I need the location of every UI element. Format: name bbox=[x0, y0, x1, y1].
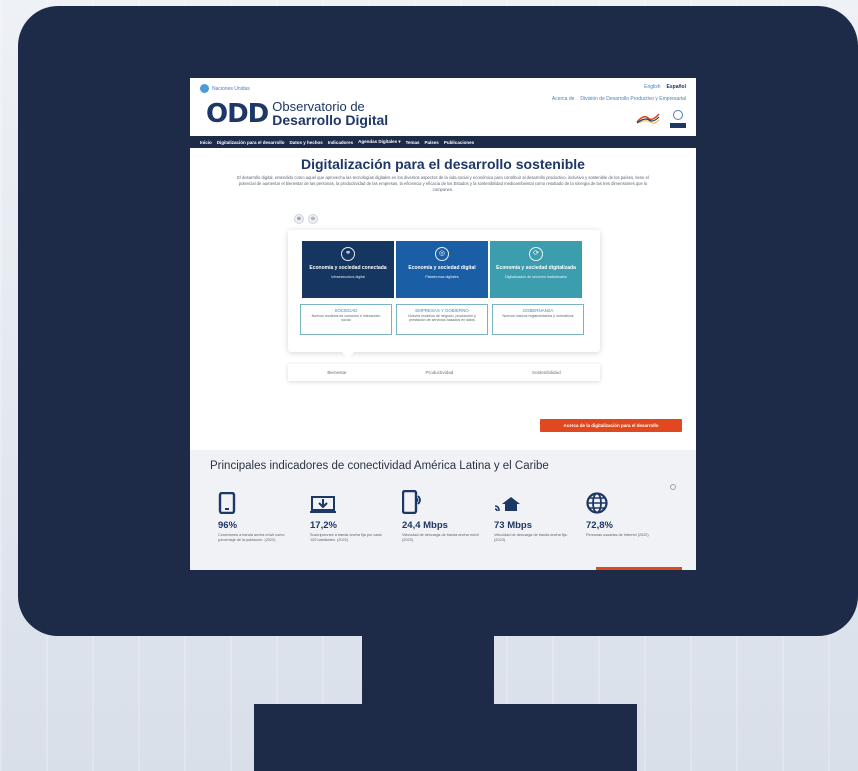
about-digitalization-button[interactable]: Acerca de la digitalización para el desa… bbox=[540, 419, 682, 432]
outcome-sustainability[interactable]: Sostenibilidad bbox=[532, 370, 561, 375]
pillar-subtitle: Plataformas digitales bbox=[425, 275, 459, 279]
indicator-label: Suscripciones a banda ancha fija por cad… bbox=[310, 533, 382, 542]
un-name: Naciones Unidas bbox=[212, 85, 250, 92]
nav-item-paises[interactable]: Países bbox=[425, 140, 439, 145]
indicator-label: Personas usuarias de Internet (2022) bbox=[586, 533, 649, 537]
pillar-title: Economía y sociedad digital bbox=[408, 265, 476, 271]
site-header: Naciones Unidas ODD Observatorio de Desa… bbox=[190, 78, 696, 136]
zoom-in-icon[interactable]: ⊕ bbox=[294, 214, 304, 224]
mobile-signal-icon bbox=[402, 490, 421, 514]
indicators-title: Principales indicadores de conectividad … bbox=[210, 460, 549, 472]
odd-mark: ODD bbox=[206, 98, 269, 129]
indicator-value: 96% bbox=[218, 520, 238, 531]
next-button-partial[interactable] bbox=[596, 567, 682, 570]
un-small-logo-icon[interactable] bbox=[670, 110, 686, 130]
un-emblem-icon bbox=[200, 84, 209, 93]
indicator-internet-users[interactable]: 72,8% Personas usuarias de Internet (202… bbox=[586, 490, 678, 543]
home-wifi-icon bbox=[494, 497, 520, 512]
un-logo[interactable]: Naciones Unidas bbox=[200, 84, 250, 93]
indicator-value: 72,8% bbox=[586, 520, 613, 531]
indicator-value: 24,4 Mbps bbox=[402, 520, 448, 531]
indicator-mobile-broadband[interactable]: 96% Conexiones a banda ancha móvil como … bbox=[218, 490, 310, 543]
info-icon[interactable] bbox=[670, 484, 676, 490]
pillar-title: Economía y sociedad conectada bbox=[309, 265, 387, 271]
zoom-out-icon[interactable]: ⊖ bbox=[308, 214, 318, 224]
monitor-base bbox=[254, 704, 637, 771]
intro-text: El desarrollo digital, entendido como aq… bbox=[237, 175, 649, 192]
lang-english-link[interactable]: English bbox=[644, 84, 660, 90]
top-links: Acerca de División de Desarrollo Product… bbox=[552, 96, 686, 102]
cepal-logo-icon[interactable] bbox=[636, 112, 660, 124]
page-title: Digitalización para el desarrollo sosten… bbox=[301, 156, 585, 172]
zoom-controls: ⊕ ⊖ bbox=[294, 214, 318, 224]
website-screen: Naciones Unidas ODD Observatorio de Desa… bbox=[190, 78, 696, 570]
dimension-desc: Nuevos modelos de consumo e interacción … bbox=[311, 314, 381, 323]
outcome-productivity[interactable]: Productividad bbox=[425, 370, 453, 375]
division-link[interactable]: División de Desarrollo Productivo y Empr… bbox=[580, 96, 686, 102]
main-navigation: Inicio Digitalización para el desarrollo… bbox=[190, 136, 696, 148]
indicator-mobile-speed[interactable]: 24,4 Mbps Velocidad de descarga de banda… bbox=[402, 490, 494, 543]
odd-logo[interactable]: ODD Observatorio de Desarrollo Digital bbox=[206, 100, 388, 127]
dimension-business[interactable]: EMPRESAS Y GOBIERNO Nuevos modelos de ne… bbox=[396, 304, 488, 335]
dimension-governance[interactable]: GOBERNANZA Nuevos marcos reglamentarios … bbox=[492, 304, 584, 335]
nav-item-indicadores[interactable]: Indicadores bbox=[328, 140, 353, 145]
tablet-icon bbox=[218, 492, 236, 514]
nav-item-inicio[interactable]: Inicio bbox=[200, 140, 212, 145]
nav-item-temas[interactable]: Temas bbox=[406, 140, 420, 145]
digital-development-diagram: ⚭ Economía y sociedad conectada Infraest… bbox=[288, 230, 600, 352]
dimension-society[interactable]: SOCIEDAD Nuevos modelos de consumo e int… bbox=[300, 304, 392, 335]
about-link[interactable]: Acerca de bbox=[552, 96, 575, 102]
indicator-value: 17,2% bbox=[310, 520, 337, 531]
dimension-desc: Nuevos modelos de negocio, producción y … bbox=[408, 314, 476, 323]
indicator-value: 73 Mbps bbox=[494, 520, 533, 531]
transform-icon: ⟳ bbox=[529, 247, 543, 261]
network-icon: ⚭ bbox=[341, 247, 355, 261]
diagram-pointer bbox=[342, 352, 354, 358]
nav-item-digitalizacion[interactable]: Digitalización para el desarrollo bbox=[217, 140, 285, 145]
lang-spanish-link[interactable]: Español bbox=[667, 84, 686, 90]
pillar-subtitle: Infraestructura digital bbox=[331, 275, 365, 279]
pillar-title: Economía y sociedad digitalizada bbox=[496, 265, 576, 271]
indicator-fixed-broadband[interactable]: 17,2% Suscripciones a banda ancha fija p… bbox=[310, 490, 402, 543]
monitor-neck bbox=[362, 636, 494, 704]
globe-icon bbox=[586, 492, 608, 514]
indicator-fixed-speed[interactable]: 73 Mbps Velocidad de descarga de banda a… bbox=[494, 490, 586, 543]
pillar-subtitle: Digitalización de sectores tradicionales bbox=[505, 275, 567, 279]
pillar-digital[interactable]: ◎ Economía y sociedad digital Plataforma… bbox=[396, 241, 488, 298]
dimension-desc: Nuevos marcos reglamentarios y normativo… bbox=[502, 314, 574, 318]
download-icon bbox=[310, 496, 336, 513]
pillar-digitalized[interactable]: ⟳ Economía y sociedad digitalizada Digit… bbox=[490, 241, 582, 298]
indicator-label: Velocidad de descarga de banda ancha móv… bbox=[402, 533, 479, 542]
outcome-wellbeing[interactable]: Bienestar bbox=[327, 370, 346, 375]
pillar-connected[interactable]: ⚭ Economía y sociedad conectada Infraest… bbox=[302, 241, 394, 298]
nav-item-datos[interactable]: Datos y hechos bbox=[290, 140, 323, 145]
globe-icon: ◎ bbox=[435, 247, 449, 261]
indicator-label: Conexiones a banda ancha móvil como porc… bbox=[218, 533, 285, 542]
nav-item-publicaciones[interactable]: Publicaciones bbox=[444, 140, 474, 145]
indicators-section: Principales indicadores de conectividad … bbox=[190, 450, 696, 570]
logo-line-2: Desarrollo Digital bbox=[272, 112, 389, 128]
outcomes-bar: Bienestar Productividad Sostenibilidad bbox=[288, 364, 600, 381]
language-switcher: English Español bbox=[644, 84, 686, 90]
indicator-label: Velocidad de descarga de banda ancha fij… bbox=[494, 533, 568, 542]
nav-item-agendas[interactable]: Agendas Digitales ▾ bbox=[358, 139, 401, 145]
